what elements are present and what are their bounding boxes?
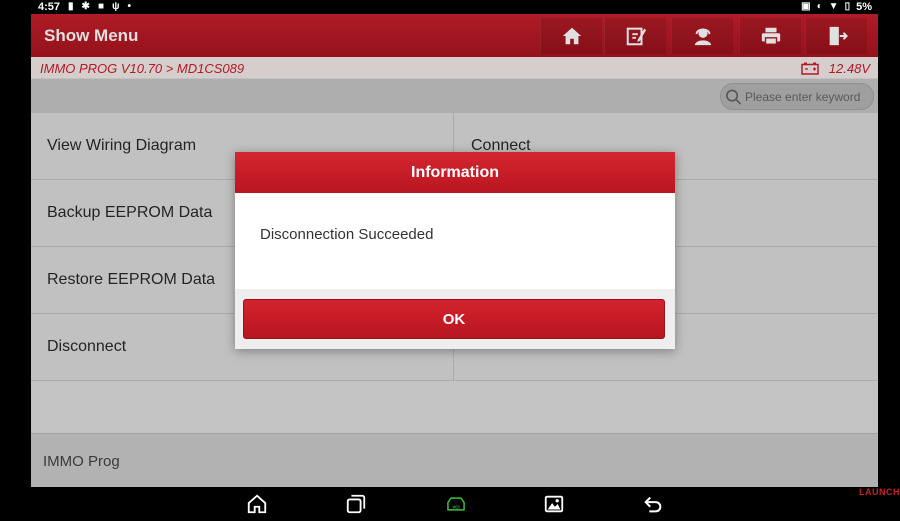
battery-icon: ▯ — [844, 1, 851, 12]
navigation-bar: VCI LAUNCH — [0, 487, 900, 521]
vci-icon: VCI — [447, 497, 465, 511]
screen: 4:57 ▮ ✱ ■ ψ • ▣ ◐ ▼ ▯ 5% Show Menu IMMO… — [0, 0, 900, 521]
nav-gallery-button[interactable] — [542, 493, 566, 515]
gallery-icon — [544, 495, 564, 513]
battery-saver-icon: ▮ — [68, 1, 74, 12]
settings-icon: ✱ — [81, 1, 90, 12]
ok-button[interactable]: OK — [243, 299, 665, 339]
dot-icon: • — [127, 1, 132, 12]
dialog-title: Information — [235, 152, 675, 193]
battery-percent: 5% — [856, 1, 872, 13]
status-bar-left: 4:57 ▮ ✱ ■ ψ • — [38, 0, 131, 14]
recent-apps-icon — [346, 494, 366, 514]
wifi-icon: ▼ — [828, 1, 839, 12]
status-bar-right: ▣ ◐ ▼ ▯ 5% — [801, 0, 872, 14]
cast-icon: ▣ — [801, 1, 811, 12]
nav-vci-button[interactable]: VCI — [441, 493, 471, 515]
nav-back-button[interactable] — [641, 493, 665, 515]
information-dialog: Information Disconnection Succeeded OK — [235, 152, 675, 349]
video-icon: ■ — [97, 1, 104, 12]
dialog-footer: OK — [235, 289, 675, 349]
status-time: 4:57 — [38, 1, 61, 13]
usb-icon: ψ — [111, 1, 120, 12]
alarm-icon: ◐ — [816, 1, 823, 12]
vci-label: VCI — [452, 504, 459, 509]
nav-recent-apps-button[interactable] — [344, 493, 368, 515]
dialog-message: Disconnection Succeeded — [260, 226, 434, 243]
home-icon — [247, 494, 267, 514]
status-bar: 4:57 ▮ ✱ ■ ψ • ▣ ◐ ▼ ▯ 5% — [0, 0, 900, 14]
nav-home-button[interactable] — [245, 493, 269, 515]
back-icon — [644, 496, 662, 513]
launch-watermark: LAUNCH — [859, 487, 900, 497]
